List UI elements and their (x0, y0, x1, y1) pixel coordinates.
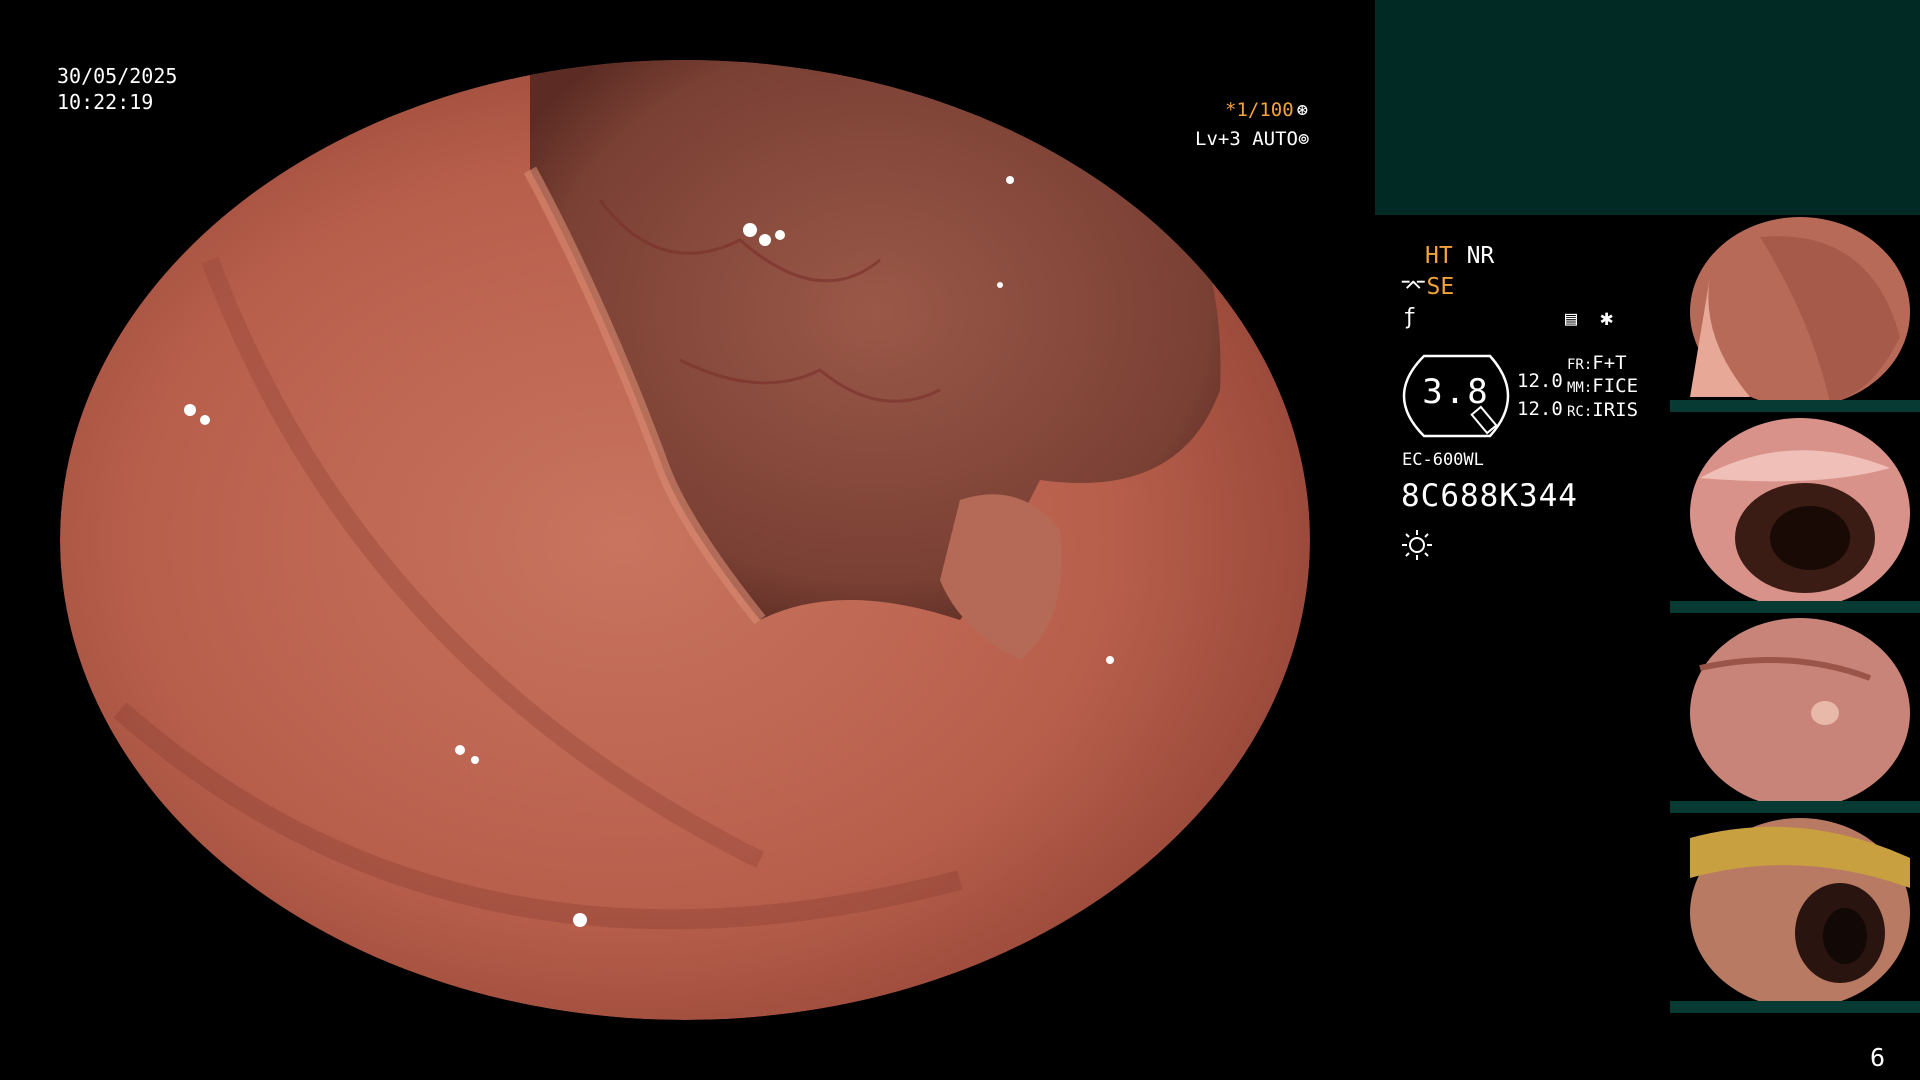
shutter-display: *1/100 ⊛ (1225, 99, 1308, 121)
param-2: 12.0 (1517, 398, 1563, 420)
endoscopy-main-image (60, 60, 1310, 1020)
shutter-text: *1/100 (1225, 99, 1294, 121)
fr-value: F+T (1592, 352, 1627, 374)
thumbnail-bar (1670, 400, 1920, 412)
memo-icon: ▤ (1565, 306, 1578, 330)
gauge-value: 3.8 (1422, 372, 1490, 412)
thumbnail-image (1670, 618, 1920, 813)
se-status: ⌤SE (1400, 274, 1454, 300)
level-text: Lv+3 AUTO (1195, 128, 1298, 150)
nr-label: NR (1466, 243, 1495, 269)
mm-key: MM: (1567, 380, 1593, 396)
thumbnail-image (1670, 217, 1920, 412)
top-info-panel (1375, 0, 1920, 215)
thumbnail-2[interactable] (1670, 418, 1920, 613)
rc-key: RC: (1567, 404, 1593, 420)
hood-icon: ⌤ (1400, 274, 1427, 300)
star-icon: ✱ (1600, 306, 1614, 331)
se-label: SE (1426, 274, 1455, 300)
shutter-icon: ⊛ (1296, 99, 1309, 121)
page-number: 6 (1870, 1043, 1886, 1072)
f-icon: ƒ (1403, 305, 1417, 330)
thumbnail-3[interactable] (1670, 618, 1920, 813)
time-text: 10:22:19 (57, 90, 154, 114)
thumbnail-1[interactable] (1670, 217, 1920, 412)
scope-serial: 8C688K344 (1401, 478, 1578, 514)
datetime-display: 30/05/2025 10:22:19 (57, 63, 177, 115)
auto-icon: ⊚ (1297, 128, 1310, 150)
scope-model: EC-600WL (1402, 450, 1484, 470)
mm-value: FICE (1592, 375, 1639, 397)
thumbnail-bar (1670, 1001, 1920, 1013)
thumbnail-4[interactable] (1670, 818, 1920, 1013)
light-icon (1402, 530, 1432, 560)
ht-label: HT (1425, 243, 1453, 269)
rc-value: IRIS (1592, 399, 1639, 421)
date-text: 30/05/2025 (57, 64, 178, 88)
thumbnail-image (1670, 818, 1920, 1013)
level-display: Lv+3 AUTO⊚ (1195, 128, 1309, 150)
param-1: 12.0 (1517, 370, 1563, 392)
fr-setting: FR:F+T (1567, 352, 1627, 374)
ht-nr-status: HT NR (1425, 243, 1494, 269)
rc-setting: RC:IRIS (1567, 399, 1638, 421)
thumbnail-image (1670, 418, 1920, 613)
fr-key: FR: (1567, 357, 1593, 373)
thumbnail-bar (1670, 601, 1920, 613)
thumbnail-bar (1670, 801, 1920, 813)
mm-setting: MM:FICE (1567, 375, 1638, 397)
